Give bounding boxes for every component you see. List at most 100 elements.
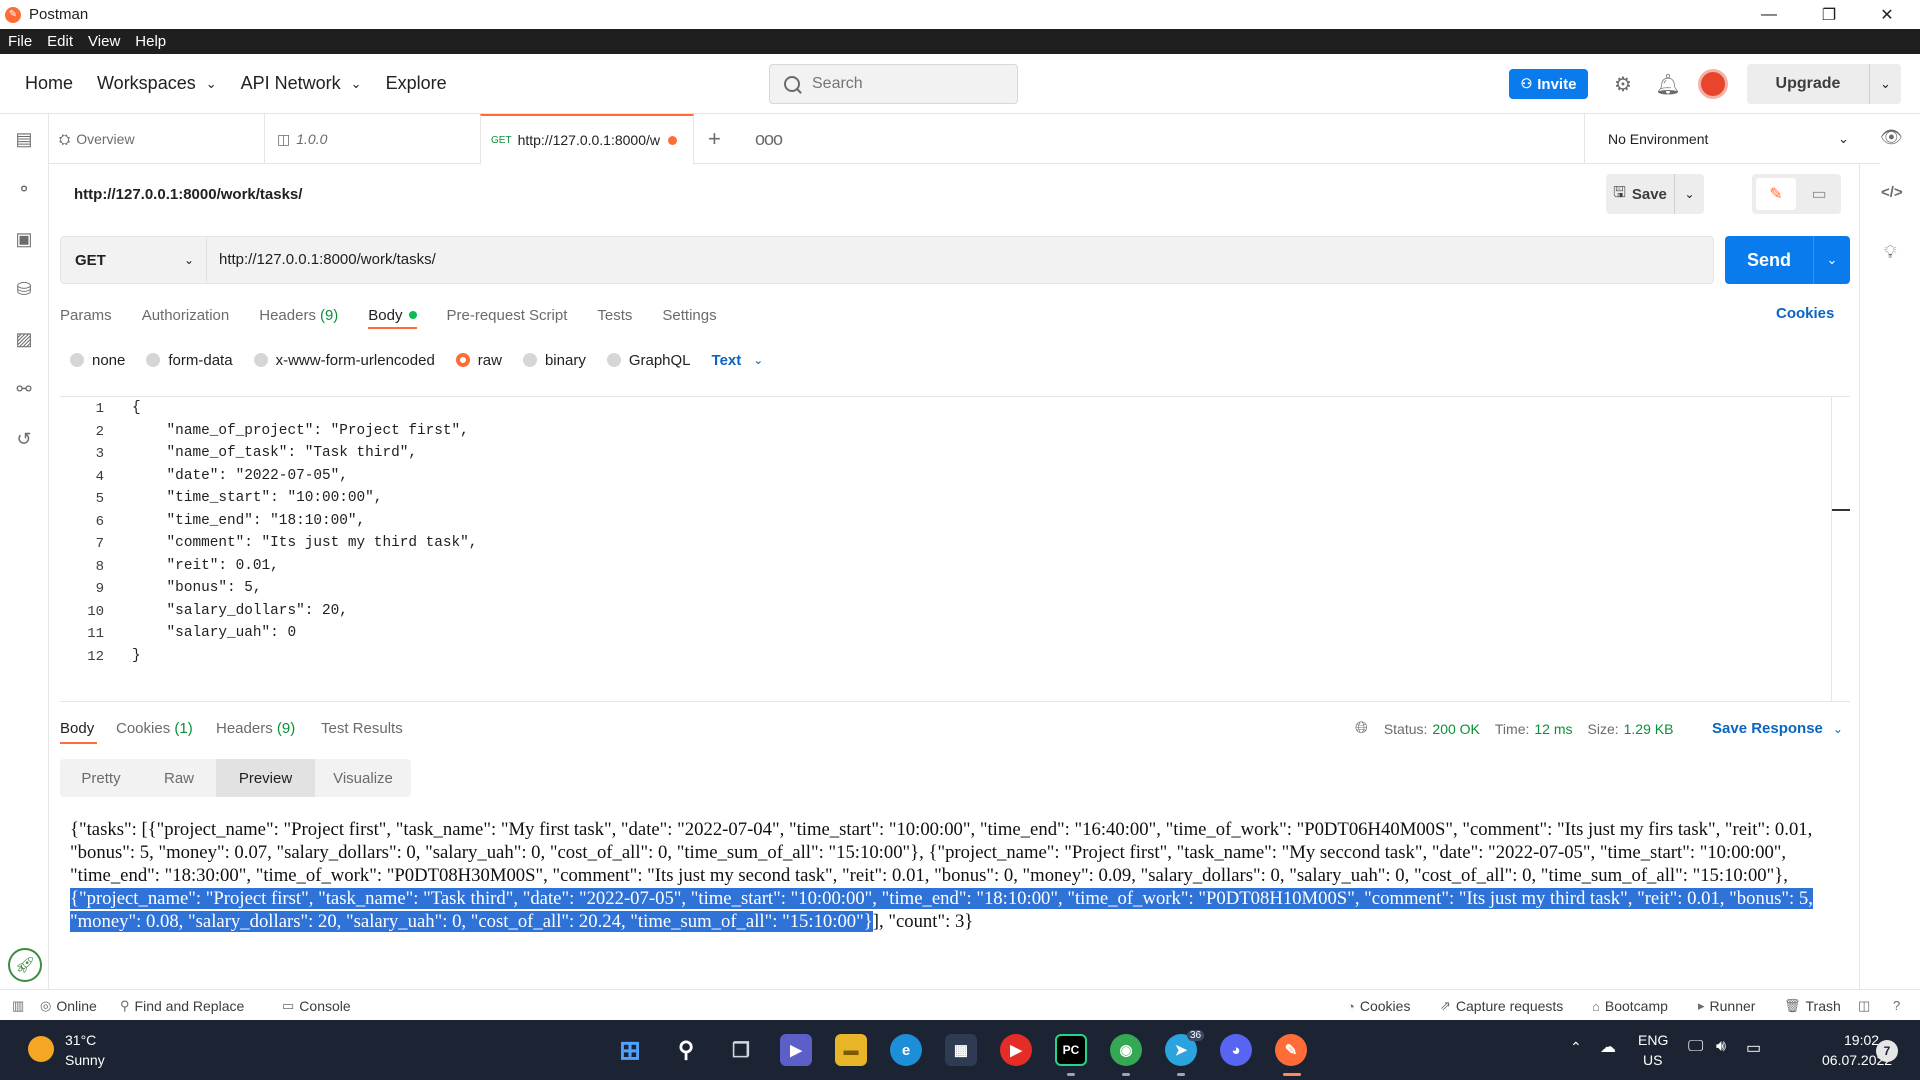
tab-version[interactable]: ◫ 1.0.0 [264, 114, 474, 164]
size-value[interactable]: 1.29 KB [1624, 721, 1674, 737]
view-preview[interactable]: Preview [216, 759, 315, 797]
comment-icon[interactable]: ▭ [1800, 178, 1838, 210]
sun-weather-icon[interactable] [28, 1036, 54, 1062]
notification-count-badge[interactable]: 7 [1876, 1040, 1898, 1062]
nav-api-network[interactable]: API Network ⌄ [241, 73, 362, 94]
flows-icon[interactable]: ⚯ [13, 378, 35, 400]
upgrade-button[interactable]: Upgrade ⌄ [1747, 64, 1901, 104]
tab-params[interactable]: Params [60, 307, 112, 324]
weather-temp[interactable]: 31°C [65, 1032, 96, 1048]
chrome-icon[interactable]: ◉ [1110, 1034, 1142, 1066]
close-button[interactable]: ✕ [1858, 0, 1916, 29]
radio-graphql[interactable]: GraphQL [606, 352, 691, 369]
scrollbar-thumb[interactable] [1832, 509, 1850, 511]
clock-time[interactable]: 19:02 [1844, 1032, 1879, 1048]
nav-workspaces[interactable]: Workspaces ⌄ [97, 73, 217, 94]
console-button[interactable]: ▭ Console [282, 998, 351, 1014]
response-preview[interactable]: {"tasks": [{"project_name": "Project fir… [70, 818, 1848, 933]
capture-requests-button[interactable]: ⇗ Capture requests [1440, 998, 1563, 1014]
notification-bell-icon[interactable]: 🔔︎ [1655, 72, 1680, 96]
windows-start-icon[interactable]: ⊞ [614, 1034, 646, 1066]
avatar[interactable] [1698, 69, 1728, 99]
radio-none[interactable]: none [70, 352, 125, 369]
save-response-button[interactable]: Save Response ⌄ [1712, 720, 1843, 737]
discord-icon[interactable]: ◕ [1220, 1034, 1252, 1066]
environments-icon[interactable]: ▣ [13, 228, 35, 250]
view-raw[interactable]: Raw [142, 759, 216, 797]
environment-selector[interactable]: No Environment ⌄ [1584, 114, 1880, 164]
view-visualize[interactable]: Visualize [315, 759, 411, 797]
teams-chat-icon[interactable]: ▶ [780, 1034, 812, 1066]
menu-file[interactable]: File [8, 33, 32, 50]
response-tab-test-results[interactable]: Test Results [321, 720, 403, 737]
history-icon[interactable]: ↺ [13, 428, 35, 450]
find-replace-button[interactable]: ⚲ Find and Replace [120, 998, 244, 1014]
radio-x-www-form-urlencoded[interactable]: x-www-form-urlencoded [253, 352, 435, 369]
method-select[interactable]: GET ⌄ [61, 237, 207, 283]
tab-overview[interactable]: ⛭ Overview [59, 114, 269, 164]
chevron-up-icon[interactable]: ⌃ [1570, 1039, 1582, 1056]
microsoft-store-icon[interactable]: ▦ [945, 1034, 977, 1066]
help-icon[interactable]: ? [1893, 998, 1905, 1013]
tab-tests[interactable]: Tests [597, 307, 632, 324]
lightbulb-icon[interactable]: 💡︎ [1884, 242, 1897, 263]
tab-headers[interactable]: Headers (9) [259, 307, 338, 324]
toggle-sidebar-icon[interactable]: ▥ [12, 998, 29, 1014]
runner-button[interactable]: ▸ Runner [1698, 998, 1755, 1014]
more-options-icon[interactable]: ooo [755, 114, 783, 164]
time-value[interactable]: 12 ms [1534, 721, 1572, 737]
bootcamp-button[interactable]: ⌂ Bootcamp [1592, 998, 1668, 1014]
chevron-down-icon[interactable]: ⌄ [1813, 236, 1850, 284]
code-snippet-icon[interactable]: </> [1881, 184, 1903, 201]
minimize-button[interactable]: — [1740, 0, 1798, 29]
response-tab-cookies[interactable]: Cookies (1) [116, 720, 193, 737]
volume-icon[interactable]: 🔊︎ [1716, 1038, 1726, 1056]
chevron-down-icon[interactable]: ⌄ [1869, 64, 1901, 104]
tab-pre-request-script[interactable]: Pre-request Script [447, 307, 568, 324]
cookies-link[interactable]: Cookies [1776, 305, 1834, 322]
cookies-button[interactable]: ◔ Cookies [1347, 998, 1410, 1014]
raw-format-select[interactable]: Text ⌄ [712, 352, 764, 369]
tab-request-active[interactable]: GET http://127.0.0.1:8000/w [480, 114, 694, 165]
chevron-down-icon[interactable]: ⌄ [1674, 174, 1704, 214]
status-value[interactable]: 200 OK [1432, 721, 1479, 737]
radio-raw[interactable]: raw [455, 352, 502, 369]
environment-quick-look-eye-icon[interactable]: 👁︎ [1880, 127, 1903, 148]
send-button[interactable]: Send ⌄ [1725, 236, 1850, 284]
youtube-music-icon[interactable]: ▶ [1000, 1034, 1032, 1066]
trash-button[interactable]: 🗑︎ Trash [1784, 998, 1841, 1014]
pycharm-icon[interactable]: PC [1055, 1034, 1087, 1066]
request-name[interactable]: http://127.0.0.1:8000/work/tasks/ [74, 186, 302, 203]
online-status[interactable]: ◎ Online [40, 998, 97, 1014]
settings-gear-icon[interactable]: ⚙ [1611, 72, 1635, 96]
tab-authorization[interactable]: Authorization [142, 307, 230, 324]
search-icon[interactable]: ⚲ [670, 1034, 702, 1066]
postman-taskbar-icon[interactable]: ✎ [1275, 1034, 1307, 1066]
task-view-icon[interactable]: ❐ [725, 1034, 757, 1066]
search-input[interactable] [812, 75, 992, 93]
weather-desc[interactable]: Sunny [65, 1052, 105, 1068]
two-pane-icon[interactable]: ◫ [1858, 998, 1875, 1014]
response-tab-body[interactable]: Body [60, 720, 94, 737]
tab-settings[interactable]: Settings [662, 307, 716, 324]
onedrive-cloud-icon[interactable]: ☁ [1600, 1037, 1616, 1057]
nav-explore[interactable]: Explore [386, 73, 447, 94]
radio-binary[interactable]: binary [522, 352, 586, 369]
search-box[interactable] [769, 64, 1018, 104]
nav-home[interactable]: Home [25, 73, 73, 94]
editor-scrollbar[interactable] [1831, 397, 1850, 701]
mock-servers-icon[interactable]: ⛁ [13, 278, 35, 300]
pencil-icon[interactable]: ✎ [1756, 178, 1796, 210]
monitors-icon[interactable]: ▨ [13, 328, 35, 350]
response-tab-headers[interactable]: Headers (9) [216, 720, 295, 737]
view-pretty[interactable]: Pretty [60, 759, 142, 797]
runner-icon[interactable]: 🚀︎ [8, 948, 42, 982]
new-tab-plus-icon[interactable]: + [708, 114, 721, 164]
collections-icon[interactable]: ▤ [13, 128, 35, 150]
body-editor[interactable]: 1 2 3 4 5 6 7 8 9 10 11 12 { "name_of_project": "Pr… [60, 396, 1850, 702]
file-explorer-icon[interactable]: ▬ [835, 1034, 867, 1066]
lang-code[interactable]: ENG [1638, 1032, 1668, 1048]
edge-browser-icon[interactable]: e [890, 1034, 922, 1066]
menu-edit[interactable]: Edit [47, 33, 73, 50]
menu-help[interactable]: Help [135, 33, 166, 50]
